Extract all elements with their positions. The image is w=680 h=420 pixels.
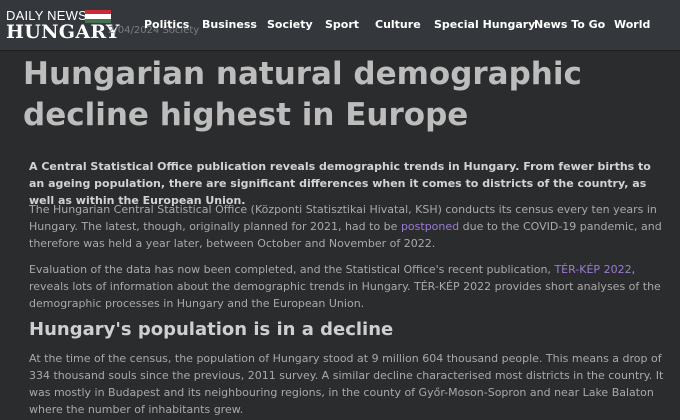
nav-news-to-go[interactable]: News To Go [534,18,605,31]
nav-politics[interactable]: Politics [144,18,189,31]
paragraph-population: At the time of the census, the populatio… [29,352,664,416]
ter-kep-2022-link[interactable]: TÉR-KÉP 2022 [554,263,631,276]
paragraph-evaluation: Evaluation of the data has now been comp… [29,261,665,312]
nav-sport[interactable]: Sport [325,18,359,31]
postponed-link[interactable]: postponed [401,220,459,233]
nav-special-hungary[interactable]: Special Hungary [434,18,535,31]
main-nav: Politics Business Society Sport Culture … [0,0,680,50]
nav-culture[interactable]: Culture [375,18,421,31]
article-title: Hungarian natural demographic decline hi… [23,56,582,133]
nav-world[interactable]: World [614,18,650,31]
top-navigation-bar: DAILY NEWS HUNGARY 2/04/2024 Society Pol… [0,0,680,50]
p2-text-start: Evaluation of the data has now been comp… [29,263,555,276]
paragraph-census: The Hungarian Central Statistical Office… [29,201,665,252]
nav-society[interactable]: Society [267,18,313,31]
nav-business[interactable]: Business [202,18,257,31]
section-heading: Hungary's population is in a decline [29,319,394,340]
